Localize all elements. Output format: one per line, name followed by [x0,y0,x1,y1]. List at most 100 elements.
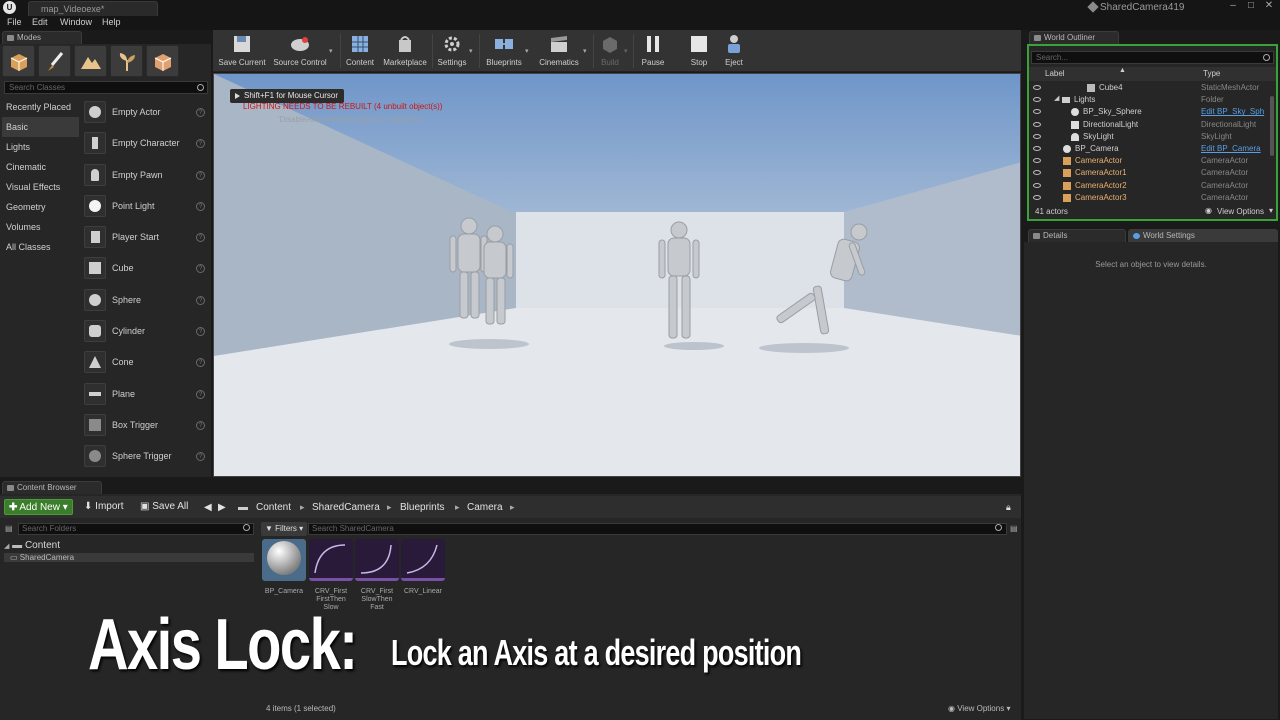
sources-lock-icon[interactable]: ▤ [1010,524,1018,533]
help-icon[interactable]: ? [196,233,205,243]
class-empty-character[interactable]: Empty Character? [81,128,209,159]
eject-button[interactable]: Eject [719,32,749,70]
cinematics-button[interactable]: Cinematics [533,32,585,70]
class-cone[interactable]: Cone? [81,347,209,378]
settings-button[interactable]: Settings [435,32,469,70]
breadcrumb-camera[interactable]: Camera [467,502,503,513]
import-button[interactable]: ⬇ Import [80,499,128,515]
edit-blueprint-link[interactable]: Edit BP_Sky_Sph [1201,107,1264,116]
edit-blueprint-link[interactable]: Edit BP_Camera [1201,144,1261,153]
lock-icon[interactable]: 🔒︎ [1006,502,1011,513]
tree-item-content[interactable]: ◢ ▬ Content [4,540,60,551]
marketplace-button[interactable]: Marketplace [381,32,429,70]
filters-button[interactable]: ▼ Filters ▾ [261,522,308,536]
outliner-row[interactable]: CameraActor1 CameraActor [1029,167,1269,179]
breadcrumb-blueprints[interactable]: Blueprints [400,502,444,513]
eye-icon[interactable] [1033,121,1041,127]
tab-world-outliner[interactable]: World Outliner [1029,31,1119,44]
menu-window[interactable]: Window [60,17,92,27]
help-icon[interactable]: ? [196,139,205,149]
forward-arrow-icon[interactable]: ▶ [218,502,226,513]
help-icon[interactable]: ? [196,389,205,399]
class-sphere-trigger[interactable]: Sphere Trigger? [81,441,209,472]
category-all-classes[interactable]: All Classes [2,237,79,257]
search-assets-input[interactable]: Search SharedCamera [308,523,1007,535]
menu-file[interactable]: File [7,17,22,27]
add-new-button[interactable]: ✚ Add New ▾ [4,499,73,515]
chevron-down-icon[interactable]: ▾ [1269,206,1273,215]
eye-icon[interactable] [1033,182,1041,188]
geometry-mode-button[interactable] [146,45,179,77]
class-box-trigger[interactable]: Box Trigger? [81,410,209,441]
outliner-row[interactable]: CameraActor CameraActor [1029,155,1269,167]
class-point-light[interactable]: Point Light? [81,191,209,222]
collapse-arrow-icon[interactable]: ◢ [1054,94,1059,102]
category-visual-effects[interactable]: Visual Effects [2,177,79,197]
eye-icon[interactable] [1033,85,1041,90]
outliner-view-options[interactable]: View Options [1217,207,1264,216]
help-icon[interactable]: ? [196,295,205,305]
eye-icon[interactable] [1033,170,1041,176]
help-icon[interactable]: ? [196,108,205,117]
outliner-row[interactable]: BP_Sky_Sphere Edit BP_Sky_Sph [1029,106,1269,118]
breadcrumb-separator-icon[interactable]: ▸ [300,502,305,513]
level-viewport[interactable]: Shift+F1 for Mouse Cursor LIGHTING NEEDS… [213,73,1021,477]
breadcrumb-separator-icon[interactable]: ▸ [510,502,515,513]
sources-toggle-icon[interactable]: ▤ [5,524,13,533]
chevron-down-icon[interactable]: ▾ [624,47,628,55]
chevron-down-icon[interactable]: ▾ [525,47,529,55]
asset-crv-linear[interactable]: CRV_Linear [401,539,445,596]
source-control-button[interactable]: Source Control [271,32,329,70]
blueprints-button[interactable]: Blueprints [483,32,525,70]
help-icon[interactable]: ? [196,358,205,368]
outliner-row[interactable]: BP_Camera Edit BP_Camera [1029,143,1269,155]
paint-mode-button[interactable] [38,45,71,77]
outliner-search-input[interactable]: Search... [1031,51,1274,64]
breadcrumb-content[interactable]: Content [256,502,291,513]
outliner-row[interactable]: SkyLight SkyLight [1029,131,1269,143]
tab-content-browser[interactable]: Content Browser [2,481,102,494]
eye-icon[interactable] [1033,194,1041,200]
breadcrumb-separator-icon[interactable]: ▸ [387,502,392,513]
outliner-row[interactable]: Cube4 StaticMeshActor [1029,82,1269,94]
search-folders-input[interactable]: Search Folders [18,523,254,535]
build-button[interactable]: Build [597,32,623,70]
back-arrow-icon[interactable]: ◀ [204,502,212,513]
map-tab[interactable]: map_Videoexe* [28,1,158,16]
menu-help[interactable]: Help [102,17,121,27]
stop-button[interactable]: Stop [683,32,715,70]
outliner-row[interactable]: CameraActor2 CameraActor [1029,180,1269,192]
content-view-options[interactable]: ◉ View Options ▾ [948,704,1010,713]
mouse-cursor-hint[interactable]: Shift+F1 for Mouse Cursor [230,89,345,103]
place-mode-button[interactable] [2,45,35,77]
tab-details[interactable]: Details [1028,229,1126,242]
breadcrumb-separator-icon[interactable]: ▸ [455,502,460,513]
outliner-row[interactable]: DirectionalLight DirectionalLight [1029,119,1269,131]
help-icon[interactable]: ? [196,264,205,274]
eye-icon[interactable] [1033,109,1041,115]
help-icon[interactable]: ? [196,420,205,430]
tab-modes[interactable]: Modes [2,31,82,44]
chevron-down-icon[interactable]: ▾ [329,47,333,55]
asset-bp-camera[interactable]: BP_Camera [262,539,306,596]
eye-icon[interactable] [1033,133,1041,139]
outliner-row[interactable]: CameraActor3 CameraActor [1029,192,1269,204]
column-label[interactable]: Label [1045,69,1065,78]
category-volumes[interactable]: Volumes [2,217,79,237]
help-icon[interactable]: ? [196,201,205,211]
pause-button[interactable]: Pause [637,32,669,70]
outliner-scrollbar[interactable] [1270,96,1274,156]
minimize-icon[interactable]: – [1226,0,1240,12]
class-cube[interactable]: Cube? [81,253,209,284]
category-geometry[interactable]: Geometry [2,197,79,217]
class-plane[interactable]: Plane? [81,379,209,410]
eye-icon[interactable] [1033,97,1041,103]
landscape-mode-button[interactable] [74,45,107,77]
content-button[interactable]: Content [343,32,377,70]
category-cinematic[interactable]: Cinematic [2,157,79,177]
chevron-down-icon[interactable]: ▾ [469,47,473,55]
tab-world-settings[interactable]: World Settings [1128,229,1278,242]
collapse-arrow-icon[interactable]: ◢ [4,543,9,550]
class-empty-actor[interactable]: Empty Actor? [81,97,209,128]
class-player-start[interactable]: Player Start? [81,222,209,253]
